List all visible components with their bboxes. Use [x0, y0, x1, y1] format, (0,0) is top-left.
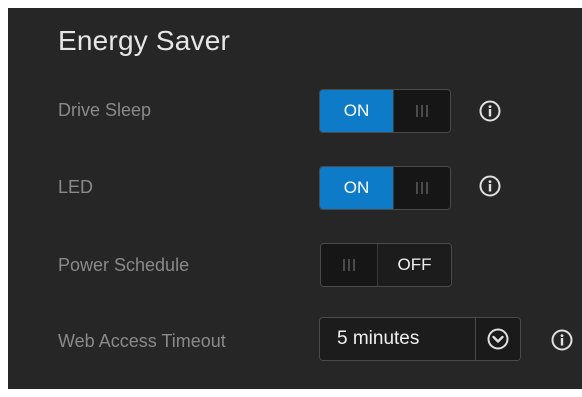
chevron-down-circle-icon — [487, 328, 509, 350]
power-schedule-toggle[interactable]: OFF — [320, 243, 452, 287]
led-toggle[interactable]: ON — [319, 166, 451, 210]
drive-sleep-label: Drive Sleep — [58, 100, 152, 120]
drive-sleep-toggle[interactable]: ON — [319, 89, 451, 133]
power-schedule-label: Power Schedule — [58, 255, 190, 275]
info-icon[interactable] — [551, 329, 573, 351]
web-access-timeout-select[interactable]: 5 minutes — [319, 317, 521, 361]
info-icon[interactable] — [479, 175, 501, 197]
toggle-on-segment: ON — [320, 90, 393, 132]
dropdown-button[interactable] — [475, 318, 520, 360]
select-value: 5 minutes — [337, 328, 420, 349]
toggle-grip — [321, 244, 378, 286]
energy-saver-panel: Energy Saver Drive Sleep ON LED ON Power… — [8, 8, 582, 389]
toggle-on-segment: ON — [320, 167, 393, 209]
toggle-off-segment: OFF — [378, 244, 451, 286]
section-title: Energy Saver — [58, 25, 231, 56]
led-label: LED — [58, 177, 94, 197]
web-access-timeout-label: Web Access Timeout — [58, 331, 226, 351]
info-icon[interactable] — [479, 100, 501, 122]
toggle-grip — [393, 167, 450, 209]
toggle-grip — [393, 90, 450, 132]
